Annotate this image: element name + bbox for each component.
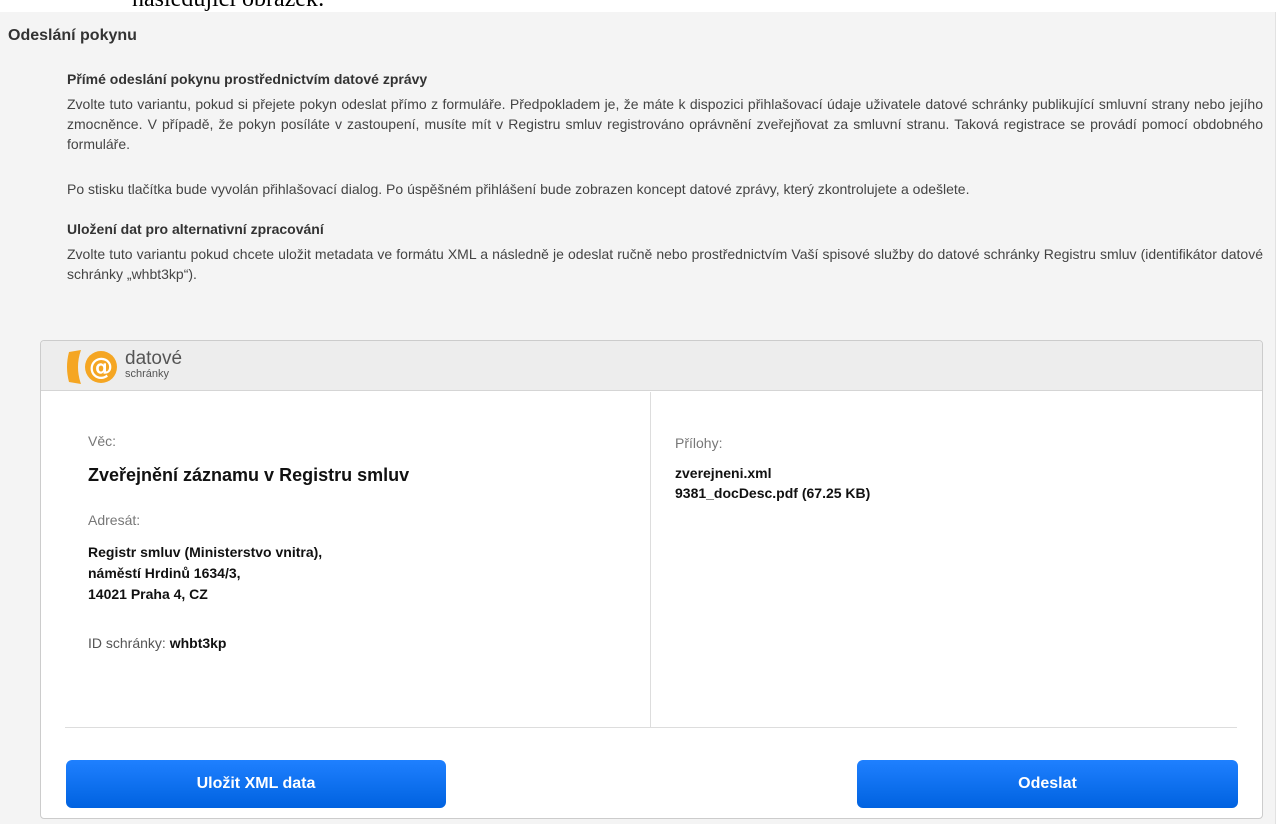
recipient-label: Adresát: (88, 512, 141, 528)
databox-at-logo-icon: @ (67, 350, 117, 384)
svg-text:@: @ (89, 353, 113, 381)
box-id-label: ID schránky: (88, 635, 166, 651)
alt-processing-heading: Uložení dat pro alternativní zpracování (67, 221, 324, 237)
login-dialog-paragraph: Po stisku tlačítka bude vyvolán přihlašo… (67, 181, 970, 197)
attachments-label: Přílohy: (675, 435, 723, 451)
recipient-line-3: 14021 Praha 4, CZ (88, 586, 208, 602)
footer-divider (65, 727, 1237, 728)
attachment-item[interactable]: zverejneni.xml (675, 465, 772, 481)
recipient-line-1: Registr smluv (Ministerstvo vnitra), (88, 544, 323, 560)
box-id-value: whbt3kp (169, 635, 227, 651)
send-button[interactable]: Odeslat (857, 760, 1238, 808)
recipient-line-2: náměstí Hrdinů 1634/3, (88, 565, 241, 581)
column-divider (650, 392, 651, 727)
alt-processing-paragraph: Zvolte tuto variantu pokud chcete uložit… (67, 246, 1263, 282)
databox-message-card: @ datové schránky Věc: Zveřejnění záznam… (40, 340, 1263, 819)
subject-value: Zveřejnění záznamu v Registru smluv (88, 465, 410, 485)
send-instruction-panel: Odeslání pokynu Přímé odeslání pokynu pr… (0, 12, 1276, 824)
subject-label: Věc: (88, 433, 117, 449)
panel-title: Odeslání pokynu (8, 27, 137, 44)
attachment-item[interactable]: 9381_docDesc.pdf (67.25 KB) (675, 485, 870, 501)
direct-send-paragraph: Zvolte tuto variantu, pokud si přejete p… (67, 96, 1263, 152)
databox-logo: @ datové schránky (67, 348, 217, 386)
databox-header: @ datové schránky (41, 341, 1262, 391)
databox-logo-word-schranky: schránky (125, 368, 170, 380)
databox-logo-word-datove: datové (125, 348, 183, 369)
box-id-row: ID schránky: whbt3kp (88, 635, 226, 651)
save-xml-button[interactable]: Uložit XML data (66, 760, 446, 808)
direct-send-heading: Přímé odeslání pokynu prostřednictvím da… (67, 71, 428, 87)
document-heading-fragment: následující obrázek: (132, 0, 325, 12)
document-heading-strip: následující obrázek: (0, 0, 1281, 12)
